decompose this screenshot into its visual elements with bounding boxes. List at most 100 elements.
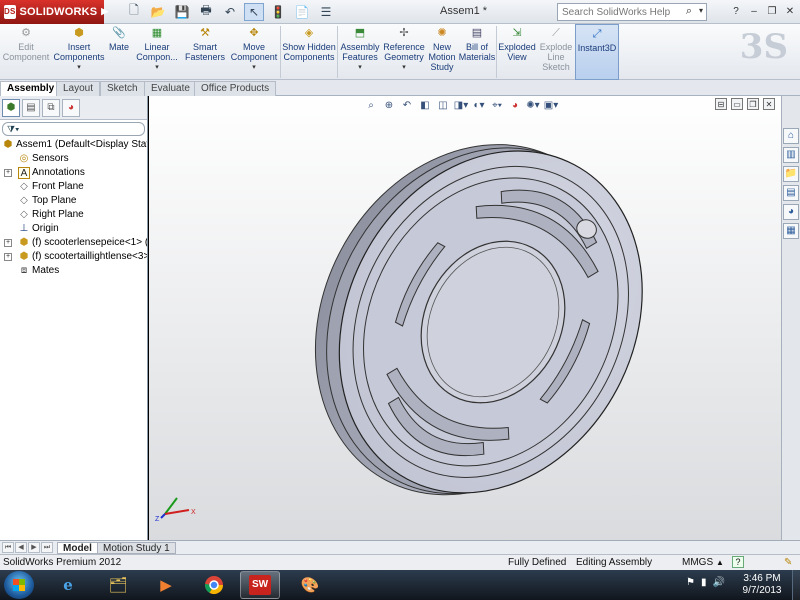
units-dropdown-icon[interactable]: ▲ <box>716 555 724 570</box>
minimize-icon[interactable]: – <box>746 3 762 19</box>
viewport-split-icon[interactable]: ⊟ <box>715 98 727 110</box>
show-desktop-button[interactable] <box>792 570 800 600</box>
save-icon[interactable]: 💾 <box>172 3 192 21</box>
dropdown-arrow-icon[interactable]: ▾ <box>358 63 362 73</box>
tab-motion-study-1[interactable]: Motion Study 1 <box>97 542 176 554</box>
open-folder-icon[interactable]: 📂 <box>148 3 168 21</box>
help-icon[interactable]: ? <box>728 3 744 19</box>
graphics-area[interactable]: ⌕ ⊕ ↶ ◧ ◫ ◨▾ ◐▾ ⌖▾ ◕ ✺▾ ▣▾ ⊟ ▭ ❐ ✕ Z X <box>149 96 781 540</box>
edit-appearance-icon[interactable]: ◕ <box>508 98 522 112</box>
property-manager-tab-icon[interactable]: ▤ <box>22 98 40 117</box>
chrome-icon[interactable] <box>194 571 234 599</box>
bill-of-materials-button[interactable]: ▤ Bill of Materials <box>458 24 496 80</box>
tree-item-mates[interactable]: ⧈ Mates <box>0 264 147 278</box>
solidworks-menu-button[interactable]: DS SOLIDWORKS ▶ <box>0 0 108 24</box>
mate-button[interactable]: 📎 Mate <box>106 24 132 80</box>
expand-icon[interactable]: + <box>4 169 12 177</box>
tree-filter[interactable]: ⧩▾ <box>2 122 145 136</box>
file-properties-icon[interactable]: 📄 <box>292 3 312 21</box>
tree-item-part-1[interactable]: + ⬢ (f) scooterlensepeice<1> (D <box>0 236 147 250</box>
dropdown-arrow-icon[interactable]: ▾ <box>402 63 406 73</box>
tree-item-part-2[interactable]: + ⬢ (f) scootertaillightlense<3> <box>0 250 147 264</box>
view-settings-icon[interactable]: ▣▾ <box>544 98 558 112</box>
options-icon[interactable]: ☰ <box>316 3 336 21</box>
tree-item-right-plane[interactable]: ◇ Right Plane <box>0 208 147 222</box>
smart-fasteners-button[interactable]: ⚒ Smart Fasteners <box>182 24 228 80</box>
display-style-icon[interactable]: ◐▾ <box>472 98 486 112</box>
view-orientation-icon[interactable]: ◨▾ <box>454 98 468 112</box>
insert-components-button[interactable]: ⬢ Insert Components ▾ <box>52 24 106 80</box>
tray-network-icon[interactable]: ▮ <box>701 577 707 588</box>
rebuild-icon[interactable]: 🚦 <box>268 3 288 21</box>
dynamic-annotation-icon[interactable]: ◫ <box>436 98 450 112</box>
help-search-input[interactable]: Search SolidWorks Help ⌕ ▾ <box>557 3 707 21</box>
dropdown-arrow-icon[interactable]: ▾ <box>77 63 81 73</box>
edit-component-button[interactable]: ⚙ Edit Component <box>0 24 52 80</box>
dropdown-arrow-icon[interactable]: ▾ <box>155 63 159 73</box>
tree-item-top-plane[interactable]: ◇ Top Plane <box>0 194 147 208</box>
media-player-icon[interactable]: ▶ <box>146 571 186 599</box>
viewport-minimize-icon[interactable]: ▭ <box>731 98 743 110</box>
scroll-last-icon[interactable]: ⏭ <box>41 542 53 553</box>
paint-icon[interactable]: 🎨 <box>290 571 330 599</box>
tree-root-assembly[interactable]: ⬢ Assem1 (Default<Display State <box>0 138 147 152</box>
tab-evaluate[interactable]: Evaluate <box>144 81 197 96</box>
tree-item-annotations[interactable]: + A Annotations <box>0 166 147 180</box>
feature-manager-tab-icon[interactable]: ⬢ <box>2 98 20 117</box>
tab-office-products[interactable]: Office Products <box>194 81 277 96</box>
scroll-prev-icon[interactable]: ◀ <box>15 542 27 553</box>
move-component-button[interactable]: ✥ Move Component ▾ <box>228 24 280 80</box>
close-icon[interactable]: ✕ <box>782 3 798 19</box>
appearances-scenes-icon[interactable]: ◕ <box>783 204 799 220</box>
taskbar-clock[interactable]: 3:46 PM 9/7/2013 <box>738 573 786 597</box>
tree-item-sensors[interactable]: ◎ Sensors <box>0 152 147 166</box>
custom-properties-icon[interactable]: ▦ <box>783 223 799 239</box>
status-units[interactable]: MMGS <box>682 555 713 570</box>
assembly-model[interactable] <box>289 116 649 536</box>
solidworks-taskbar-icon[interactable]: SW <box>240 571 280 599</box>
undo-icon[interactable]: ↶ <box>220 3 240 21</box>
tray-flag-icon[interactable]: ⚑ <box>686 577 695 588</box>
search-dropdown-icon[interactable]: ▾ <box>699 6 703 15</box>
dropdown-arrow-icon[interactable]: ▾ <box>252 63 256 73</box>
instant3d-button[interactable]: ⤢ Instant3D <box>575 24 619 80</box>
solidworks-resources-icon[interactable]: ⌂ <box>783 128 799 144</box>
view-palette-icon[interactable]: ▤ <box>783 185 799 201</box>
tray-volume-icon[interactable]: 🔊 <box>712 577 724 588</box>
exploded-view-button[interactable]: ⇲ Exploded View <box>497 24 537 80</box>
select-pointer-icon[interactable]: ↖ <box>244 2 264 21</box>
expand-icon[interactable]: + <box>4 239 12 247</box>
file-explorer-icon[interactable]: 📁 <box>783 166 799 182</box>
expand-icon[interactable]: + <box>4 253 12 261</box>
previous-view-icon[interactable]: ↶ <box>400 98 414 112</box>
new-motion-study-button[interactable]: ✺ New Motion Study <box>426 24 458 80</box>
new-document-icon[interactable]: 🗋 <box>124 3 144 21</box>
start-button[interactable] <box>4 571 34 599</box>
file-explorer-taskbar-icon[interactable]: 🗂 <box>98 571 138 599</box>
restore-icon[interactable]: ❐ <box>764 3 780 19</box>
tree-item-front-plane[interactable]: ◇ Front Plane <box>0 180 147 194</box>
zoom-to-area-icon[interactable]: ⊕ <box>382 98 396 112</box>
print-icon[interactable]: 🖶 <box>196 3 216 21</box>
linear-pattern-button[interactable]: ▦ Linear Compon... ▾ <box>132 24 182 80</box>
tab-layout[interactable]: Layout <box>56 81 101 96</box>
scroll-next-icon[interactable]: ▶ <box>28 542 40 553</box>
apply-scene-icon[interactable]: ✺▾ <box>526 98 540 112</box>
zoom-to-fit-icon[interactable]: ⌕ <box>364 98 378 112</box>
show-hidden-components-button[interactable]: ◈ Show Hidden Components <box>281 24 337 80</box>
viewport-restore-icon[interactable]: ❐ <box>747 98 759 110</box>
design-library-icon[interactable]: ▥ <box>783 147 799 163</box>
tab-assembly[interactable]: Assembly <box>0 81 62 97</box>
tab-sketch[interactable]: Sketch <box>100 81 145 96</box>
section-view-icon[interactable]: ◧ <box>418 98 432 112</box>
explode-line-sketch-button[interactable]: ⟋ Explode Line Sketch <box>537 24 575 80</box>
scroll-first-icon[interactable]: ⏮ <box>2 542 14 553</box>
tree-item-origin[interactable]: ⊥ Origin <box>0 222 147 236</box>
configuration-manager-tab-icon[interactable]: ⧉ <box>42 98 60 117</box>
display-manager-tab-icon[interactable]: ◕ <box>62 98 80 117</box>
reference-geometry-button[interactable]: ✢ Reference Geometry ▾ <box>382 24 426 80</box>
hide-show-items-icon[interactable]: ⌖▾ <box>490 98 504 112</box>
quick-tips-icon[interactable]: ? <box>732 556 744 568</box>
assembly-features-button[interactable]: ⬒ Assembly Features ▾ <box>338 24 382 80</box>
tab-model[interactable]: Model <box>57 542 98 554</box>
